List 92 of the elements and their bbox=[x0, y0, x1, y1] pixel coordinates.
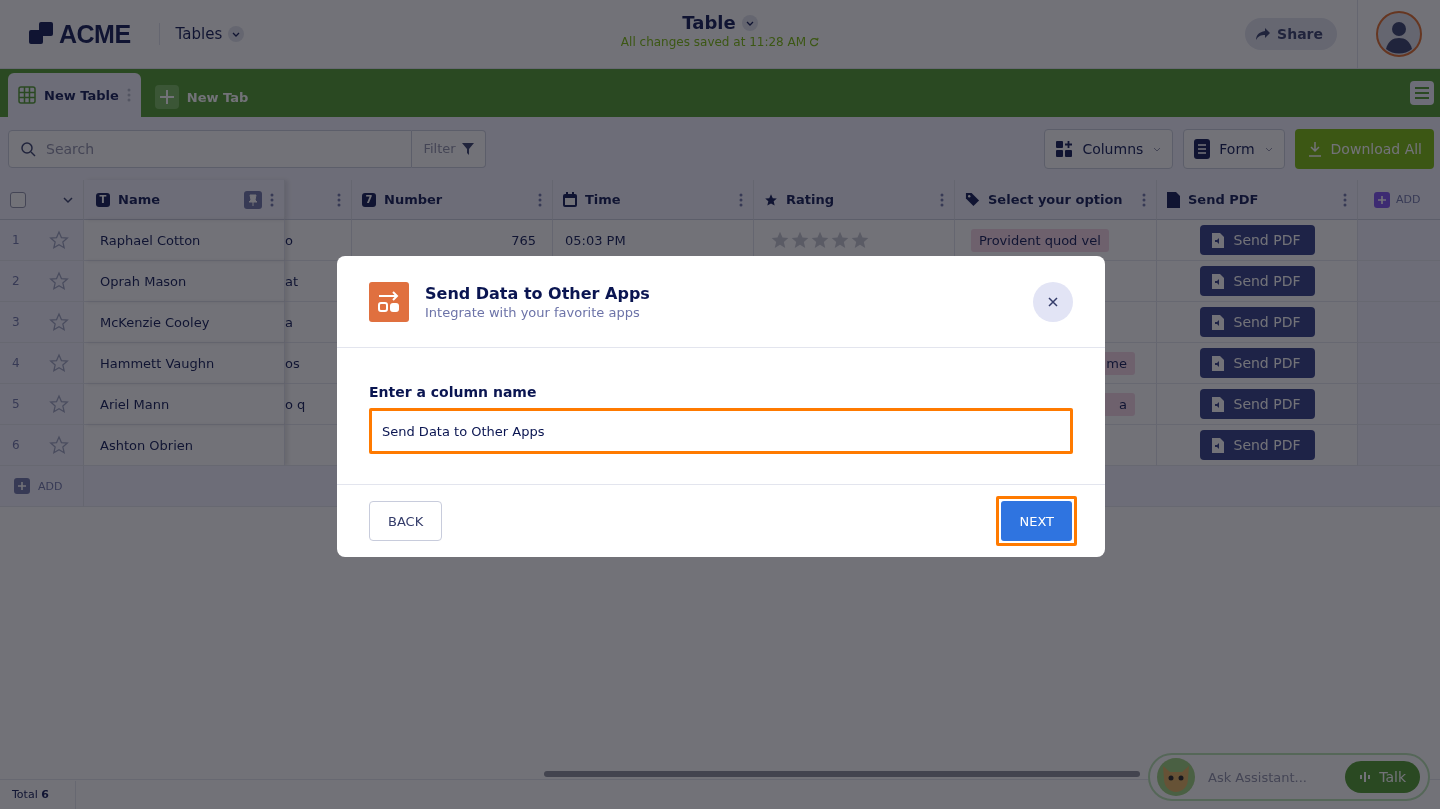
star-icon[interactable] bbox=[49, 353, 69, 373]
select-all-checkbox[interactable] bbox=[10, 191, 26, 208]
columns-button[interactable]: Columns bbox=[1044, 128, 1174, 169]
column-title[interactable]: Send PDF bbox=[1188, 192, 1259, 207]
send-pdf-button[interactable]: Send PDF bbox=[1199, 430, 1315, 460]
chevron-down-icon[interactable] bbox=[63, 194, 73, 205]
column-title[interactable]: Number bbox=[384, 192, 443, 207]
scrollbar-thumb[interactable] bbox=[544, 771, 1140, 777]
more-options-icon[interactable] bbox=[538, 192, 542, 207]
avatar[interactable] bbox=[1376, 11, 1422, 57]
column-name-field[interactable]: Send Data to Other Apps bbox=[369, 408, 1073, 454]
table-title[interactable]: Table bbox=[682, 12, 736, 33]
form-button[interactable]: Form bbox=[1183, 128, 1285, 169]
audio-bars-icon bbox=[1359, 771, 1372, 783]
table-cell: Ariel Mann bbox=[84, 384, 285, 425]
star-icon[interactable] bbox=[49, 435, 69, 455]
rating-star-icon[interactable] bbox=[850, 230, 870, 250]
close-icon bbox=[1047, 295, 1059, 308]
file-icon bbox=[1211, 355, 1224, 371]
send-pdf-button[interactable]: Send PDF bbox=[1199, 307, 1315, 337]
column-title[interactable]: Rating bbox=[786, 192, 834, 207]
more-options-icon[interactable] bbox=[1343, 192, 1347, 207]
share-arrow-icon bbox=[1255, 27, 1272, 41]
type-icon: 7 bbox=[362, 192, 376, 207]
document-icon bbox=[1194, 138, 1211, 159]
table-cell: McKenzie Cooley bbox=[84, 302, 285, 343]
more-options-icon[interactable] bbox=[940, 192, 944, 207]
send-pdf-button[interactable]: Send PDF bbox=[1199, 348, 1315, 378]
column-title[interactable]: Name bbox=[118, 192, 160, 207]
table-cell: Hammett Vaughn bbox=[84, 343, 285, 384]
cat-avatar-icon bbox=[1156, 757, 1196, 797]
close-button[interactable] bbox=[1033, 281, 1073, 322]
integration-icon bbox=[369, 281, 409, 322]
column-title[interactable]: Select your option bbox=[988, 192, 1123, 207]
file-icon bbox=[1211, 273, 1224, 289]
rating-star-icon[interactable] bbox=[770, 230, 790, 250]
app-menu[interactable]: Tables bbox=[175, 25, 223, 43]
row-total: Total 6 bbox=[0, 780, 76, 809]
talk-button[interactable]: Talk bbox=[1345, 761, 1420, 793]
more-options-icon[interactable] bbox=[270, 192, 274, 207]
next-button[interactable]: NEXT bbox=[1001, 501, 1072, 541]
send-pdf-button[interactable]: Send PDF bbox=[1199, 266, 1315, 296]
rating-star-icon[interactable] bbox=[790, 230, 810, 250]
column-title[interactable]: Time bbox=[585, 192, 621, 207]
rating-star-icon[interactable] bbox=[830, 230, 850, 250]
send-pdf-button[interactable]: Send PDF bbox=[1199, 225, 1315, 255]
add-column-icon[interactable] bbox=[1374, 191, 1390, 208]
field-label: Enter a column name bbox=[369, 384, 538, 400]
chevron-down-icon[interactable] bbox=[228, 26, 245, 42]
logo-icon bbox=[29, 22, 55, 46]
search-icon bbox=[20, 140, 36, 157]
back-button[interactable]: BACK bbox=[369, 501, 443, 541]
send-pdf-button[interactable]: Send PDF bbox=[1199, 389, 1315, 419]
file-icon bbox=[1211, 232, 1224, 248]
star-icon[interactable] bbox=[49, 394, 69, 414]
tab[interactable]: New Table bbox=[8, 73, 141, 117]
tag-icon bbox=[965, 192, 980, 207]
more-options-icon[interactable] bbox=[337, 192, 341, 207]
calendar-icon bbox=[563, 192, 577, 207]
file-icon bbox=[1211, 396, 1224, 412]
download-icon bbox=[1306, 140, 1323, 157]
table-cell: Raphael Cotton bbox=[84, 220, 285, 261]
plus-icon bbox=[154, 85, 179, 109]
dialog-title: Send Data to Other Apps bbox=[425, 283, 650, 303]
pin-icon[interactable] bbox=[244, 190, 262, 209]
tab[interactable]: New Tab bbox=[144, 77, 259, 117]
more-options-icon[interactable] bbox=[1142, 192, 1146, 207]
more-options-icon[interactable] bbox=[126, 87, 131, 103]
add-row-icon[interactable] bbox=[14, 478, 30, 494]
option-tag: Provident quod vel bbox=[971, 228, 1109, 252]
file-icon bbox=[1167, 191, 1180, 208]
save-status: All changes saved at 11:28 AM bbox=[620, 35, 807, 49]
share-button[interactable]: Share bbox=[1245, 18, 1337, 50]
file-icon bbox=[1211, 314, 1224, 330]
rating-star-icon[interactable] bbox=[810, 230, 830, 250]
more-options-icon[interactable] bbox=[739, 192, 743, 207]
star-icon[interactable] bbox=[49, 312, 69, 332]
logo-text: ACME bbox=[59, 19, 131, 49]
menu-icon bbox=[1414, 86, 1430, 100]
refresh-icon bbox=[809, 37, 820, 47]
menu-button[interactable] bbox=[1410, 81, 1434, 105]
star-icon[interactable] bbox=[49, 230, 69, 250]
grid-icon bbox=[18, 86, 36, 104]
star-icon bbox=[764, 192, 778, 207]
chevron-down-icon[interactable] bbox=[741, 14, 758, 31]
file-icon bbox=[1211, 437, 1224, 453]
filter-icon bbox=[461, 142, 474, 155]
star-icon[interactable] bbox=[49, 271, 69, 291]
table-cell: Oprah Mason bbox=[84, 261, 285, 302]
type-icon: T bbox=[96, 192, 110, 207]
dialog-subtitle: Integrate with your favorite apps bbox=[425, 304, 641, 320]
columns-icon bbox=[1055, 139, 1074, 158]
